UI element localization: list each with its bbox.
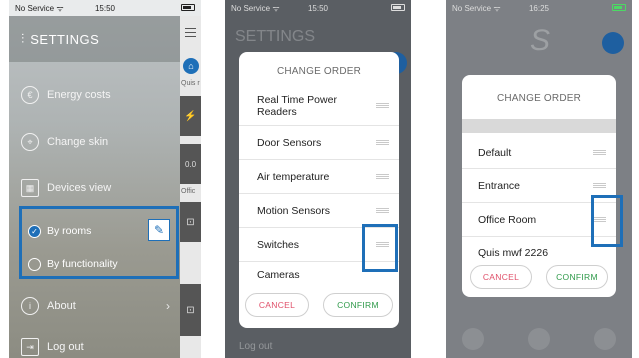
list-divider <box>462 119 616 133</box>
background-logo: S <box>530 24 551 57</box>
drag-handle-highlight <box>362 224 398 272</box>
drag-handle-icon[interactable] <box>593 183 606 188</box>
radio-unchecked-icon <box>28 257 41 271</box>
list-item-label: Office Room <box>478 213 537 226</box>
power-tile[interactable]: ⚡ <box>180 96 201 136</box>
background-title: SETTINGS <box>235 28 316 45</box>
confirm-button[interactable]: CONFIRM <box>323 293 393 317</box>
menu-item-label: Change skin <box>47 136 109 148</box>
menu-item-devices-view[interactable]: ▦ Devices view <box>21 173 172 203</box>
dialog-title: CHANGE ORDER <box>276 66 362 77</box>
drag-handle-icon[interactable] <box>376 174 389 179</box>
info-icon <box>602 32 624 54</box>
status-bar: No Service ᯤ 15:50 <box>225 0 411 16</box>
drag-handle-icon[interactable] <box>376 208 389 213</box>
settings-menu: ⫶ SETTINGS € Energy costs ⌖ Change skin … <box>9 0 180 358</box>
menu-item-log-out[interactable]: ⇥ Log out <box>21 332 172 358</box>
list-item-label: Default <box>478 146 512 159</box>
confirm-button[interactable]: CONFIRM <box>546 265 608 289</box>
menu-item-label: About <box>47 300 76 312</box>
clock-label: 15:50 <box>307 3 329 13</box>
status-bar: No Service ᯤ 16:25 <box>446 0 632 16</box>
list-item-label: Cameras <box>257 269 300 281</box>
battery-icon <box>391 4 405 11</box>
main-screen-peek[interactable]: ⌂ Quis r ⚡ 0.0 Offic ⊡ ⊡ <box>180 16 201 358</box>
energy-icon: € <box>21 86 39 104</box>
menu-item-energy-costs[interactable]: € Energy costs <box>21 80 172 110</box>
change-order-screen-devices: No Service ᯤ 15:50 SETTINGS Log out CHAN… <box>225 0 411 358</box>
chevron-right-icon: › <box>166 299 170 313</box>
menu-item-label: Log out <box>47 341 84 353</box>
background-logout-label: Log out <box>239 341 273 352</box>
drag-handle-highlight <box>591 195 623 247</box>
list-item-label: Entrance <box>478 179 521 192</box>
list-item-label: Motion Sensors <box>257 204 330 217</box>
cancel-button[interactable]: CANCEL <box>245 293 309 317</box>
list-item-label: Switches <box>257 238 300 251</box>
option-by-rooms[interactable]: By rooms <box>28 221 91 241</box>
list-item[interactable]: Motion Sensors <box>239 194 399 228</box>
home-icon[interactable]: ⌂ <box>183 58 199 74</box>
battery-icon <box>612 4 626 11</box>
drag-handle-icon[interactable] <box>593 150 606 155</box>
list-item[interactable]: Default <box>462 137 616 169</box>
edit-icon: ✎ <box>153 223 165 237</box>
list-item[interactable]: Door Sensors <box>239 126 399 160</box>
sliders-icon: ⫶ <box>21 31 25 46</box>
door-tile[interactable]: ⊡ <box>180 202 201 242</box>
menu-item-label: Energy costs <box>47 89 111 101</box>
menu-item-label: Devices view <box>47 182 112 194</box>
room-label: Quis r <box>181 80 200 87</box>
settings-header: ⫶ SETTINGS <box>9 16 180 62</box>
battery-icon <box>181 4 195 11</box>
value-tile[interactable]: 0.0 <box>180 144 201 184</box>
edit-order-button[interactable]: ✎ <box>148 219 170 241</box>
devices-view-options: By rooms By functionality ✎ <box>19 206 179 279</box>
menu-item-about[interactable]: i About › <box>21 291 172 321</box>
list-item-label: Real Time Power Readers <box>257 93 337 118</box>
carrier-label: No Service ᯤ <box>452 3 501 13</box>
skin-icon: ⌖ <box>21 133 39 151</box>
option-label: By rooms <box>47 225 92 237</box>
dialog-title: CHANGE ORDER <box>496 93 582 104</box>
info-icon: i <box>21 297 39 315</box>
option-label: By functionality <box>47 258 118 270</box>
cancel-button[interactable]: CANCEL <box>470 265 532 289</box>
grid-icon: ▦ <box>21 179 39 197</box>
settings-screen: No Service ᯤ 15:50 ⫶ SETTINGS € Energy c… <box>9 0 201 358</box>
clock-label: 16:25 <box>528 3 550 13</box>
list-item-label: Door Sensors <box>257 136 322 149</box>
option-by-functionality[interactable]: By functionality <box>28 254 118 274</box>
menu-icon[interactable] <box>185 28 196 37</box>
logout-icon: ⇥ <box>21 338 39 356</box>
radio-checked-icon <box>28 224 41 238</box>
drag-handle-icon[interactable] <box>376 140 389 145</box>
drag-handle-icon[interactable] <box>376 103 389 108</box>
nav-icon <box>528 328 550 350</box>
carrier-label: No Service ᯤ <box>231 3 280 13</box>
change-order-screen-rooms: No Service ᯤ 16:25 S CHANGE ORDER Defaul… <box>446 0 632 358</box>
list-item[interactable]: Air temperature <box>239 160 399 194</box>
list-item[interactable]: Real Time Power Readers <box>239 86 399 126</box>
nav-icon <box>594 328 616 350</box>
menu-item-change-skin[interactable]: ⌖ Change skin <box>21 127 172 157</box>
room-label: Offic <box>181 188 196 195</box>
device-tile[interactable]: ⊡ <box>180 284 201 336</box>
list-item-label: Air temperature <box>257 170 330 183</box>
page-title: SETTINGS <box>30 31 100 47</box>
change-order-dialog: CHANGE ORDER Default Entrance Office Roo… <box>462 75 616 297</box>
list-item-label: Quis mwf 2226 <box>478 247 549 259</box>
change-order-dialog: CHANGE ORDER Real Time Power Readers Doo… <box>239 52 399 328</box>
back-icon <box>462 328 484 350</box>
